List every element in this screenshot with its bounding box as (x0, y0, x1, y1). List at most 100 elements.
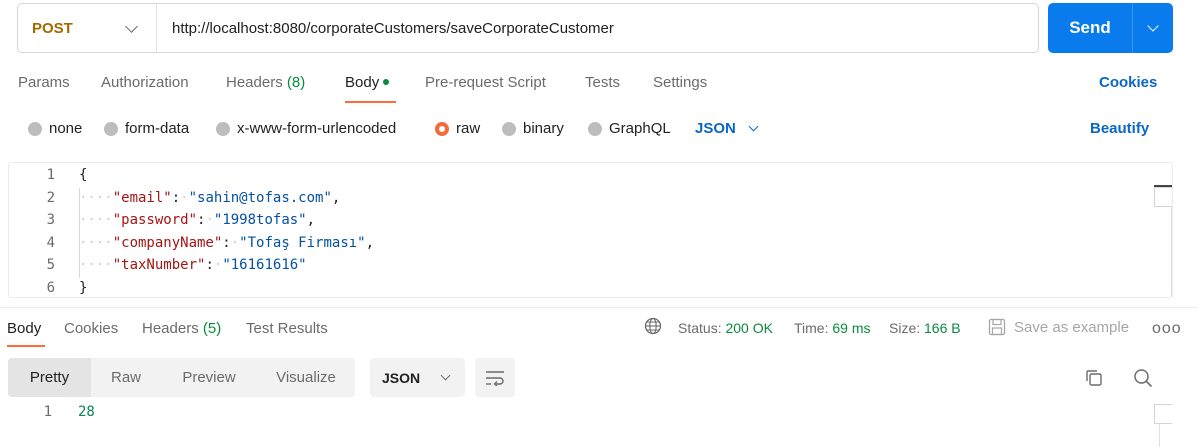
json-value: "sahin@tofas.com" (188, 189, 332, 206)
save-as-example-button[interactable]: Save as example (988, 318, 1129, 336)
more-options-icon[interactable]: ooo (1152, 320, 1182, 338)
radio-urlencoded-label: x-www-form-urlencoded (237, 120, 397, 137)
copy-icon[interactable] (1083, 367, 1105, 389)
beautify-link[interactable]: Beautify (1090, 120, 1149, 137)
active-response-tab-indicator (7, 345, 45, 347)
wrap-lines-button[interactable] (475, 358, 515, 397)
json-value: "Tofaş Firması" (239, 234, 366, 251)
radio-graphql[interactable]: GraphQL (588, 120, 671, 137)
time-value: 69 ms (832, 320, 871, 336)
radio-none-label: none (49, 120, 83, 137)
chevron-down-icon (1147, 20, 1159, 32)
code-line: 4 ····"companyName":·"Tofaş Firması", (9, 232, 1149, 254)
view-raw[interactable]: Raw (91, 358, 161, 397)
send-label: Send (1069, 18, 1111, 37)
tab-body[interactable]: Body (345, 74, 390, 91)
method-dropdown[interactable]: POST (18, 4, 157, 52)
chevron-down-icon (748, 121, 759, 132)
code-text: ····"companyName":·"Tofaş Firması", (79, 234, 375, 251)
json-punctuation: , (306, 212, 316, 228)
json-key: "taxNumber" (112, 257, 206, 273)
code-text: ····"email":·"sahin@tofas.com", (79, 189, 341, 206)
time-indicator[interactable]: Time: 69 ms (794, 320, 871, 336)
code-line: 1{ (9, 164, 1149, 186)
json-brace: { (79, 167, 88, 183)
size-value: 166 B (924, 320, 961, 336)
radio-circle-selected (435, 121, 449, 136)
tab-headers[interactable]: Headers (8) (226, 74, 305, 91)
response-format-dropdown[interactable]: JSON (370, 358, 465, 397)
search-icon[interactable] (1132, 367, 1154, 389)
language-dropdown[interactable]: JSON (695, 120, 759, 137)
scrollbar-thumb[interactable] (1154, 404, 1172, 424)
code-line: 5 ····"taxNumber":·"16161616" (9, 254, 1149, 276)
line-number: 4 (46, 234, 55, 251)
code-text: } (79, 277, 87, 299)
request-body-editor[interactable]: 1{ 2 ····"email":·"sahin@tofas.com", 3 ····"… (8, 162, 1173, 298)
response-tabs: Body Cookies Headers (5) Test Results St… (0, 308, 1197, 348)
save-icon (988, 318, 1006, 336)
line-number: 3 (46, 212, 55, 228)
radio-raw-label: raw (456, 120, 481, 137)
line-number: 6 (46, 279, 55, 296)
chevron-down-icon (440, 370, 451, 381)
radio-circle (588, 121, 602, 136)
method-label: POST (32, 19, 73, 37)
line-number: 2 (46, 189, 55, 206)
tab-settings[interactable]: Settings (653, 74, 707, 91)
response-tab-test-results[interactable]: Test Results (246, 320, 328, 337)
code-text: ····"taxNumber":·"16161616" (79, 257, 307, 273)
response-headers-count: (5) (202, 320, 222, 337)
tab-headers-label: Headers (226, 74, 283, 91)
size-label: Size: (889, 320, 921, 336)
radio-none[interactable]: none (28, 120, 82, 137)
response-tab-cookies[interactable]: Cookies (64, 320, 118, 337)
radio-graphql-label: GraphQL (609, 120, 671, 137)
size-indicator[interactable]: Size: 166 B (889, 320, 961, 336)
code-line: 3 ····"password":·"1998tofas", (9, 209, 1149, 231)
globe-icon[interactable] (644, 317, 662, 335)
body-indicator-dot (383, 78, 390, 85)
tab-pre-request-script[interactable]: Pre-request Script (425, 74, 546, 91)
view-pretty[interactable]: Pretty (8, 358, 91, 397)
response-body-viewer[interactable]: 1 28 (0, 402, 1197, 447)
tab-body-label: Body (345, 74, 380, 91)
radio-circle (104, 121, 118, 136)
status-label: Status: (678, 320, 722, 336)
response-tab-headers[interactable]: Headers (5) (142, 320, 221, 337)
code-line: 2 ····"email":·"sahin@tofas.com", (9, 187, 1149, 209)
view-preview[interactable]: Preview (161, 358, 257, 397)
scrollbar-track (1171, 207, 1172, 297)
wrap-lines-icon (486, 370, 504, 386)
url-input[interactable] (157, 4, 1038, 52)
cookies-link[interactable]: Cookies (1099, 74, 1157, 91)
response-headers-label: Headers (142, 320, 199, 337)
view-visualize[interactable]: Visualize (257, 358, 355, 397)
active-tab-indicator (345, 101, 396, 103)
tab-tests[interactable]: Tests (585, 74, 620, 91)
status-value: 200 OK (725, 320, 773, 336)
radio-urlencoded[interactable]: x-www-form-urlencoded (216, 120, 396, 137)
tab-params[interactable]: Params (18, 74, 70, 91)
tab-authorization[interactable]: Authorization (101, 74, 189, 91)
radio-binary[interactable]: binary (502, 120, 564, 137)
response-tab-body[interactable]: Body (7, 320, 41, 337)
code-line: 6} (9, 277, 1149, 299)
json-key: "companyName" (112, 234, 223, 251)
radio-form-data-label: form-data (125, 120, 190, 137)
json-value: "1998tofas" (213, 212, 307, 228)
send-options-button[interactable] (1132, 3, 1173, 53)
scrollbar-thumb[interactable] (1154, 187, 1172, 207)
json-punctuation: , (365, 234, 375, 251)
request-tabs: Params Authorization Headers (8) Body Pr… (0, 62, 1197, 104)
radio-form-data[interactable]: form-data (104, 120, 189, 137)
code-text: ····"password":·"1998tofas", (79, 212, 316, 228)
radio-raw[interactable]: raw (435, 120, 480, 137)
language-label: JSON (695, 120, 736, 137)
request-url-bar: POST (17, 3, 1039, 53)
response-format-label: JSON (382, 369, 421, 386)
status-indicator[interactable]: Status: 200 OK (678, 320, 773, 336)
send-button[interactable]: Send (1048, 3, 1173, 53)
response-value: 28 (78, 404, 95, 420)
headers-count: (8) (286, 74, 306, 91)
